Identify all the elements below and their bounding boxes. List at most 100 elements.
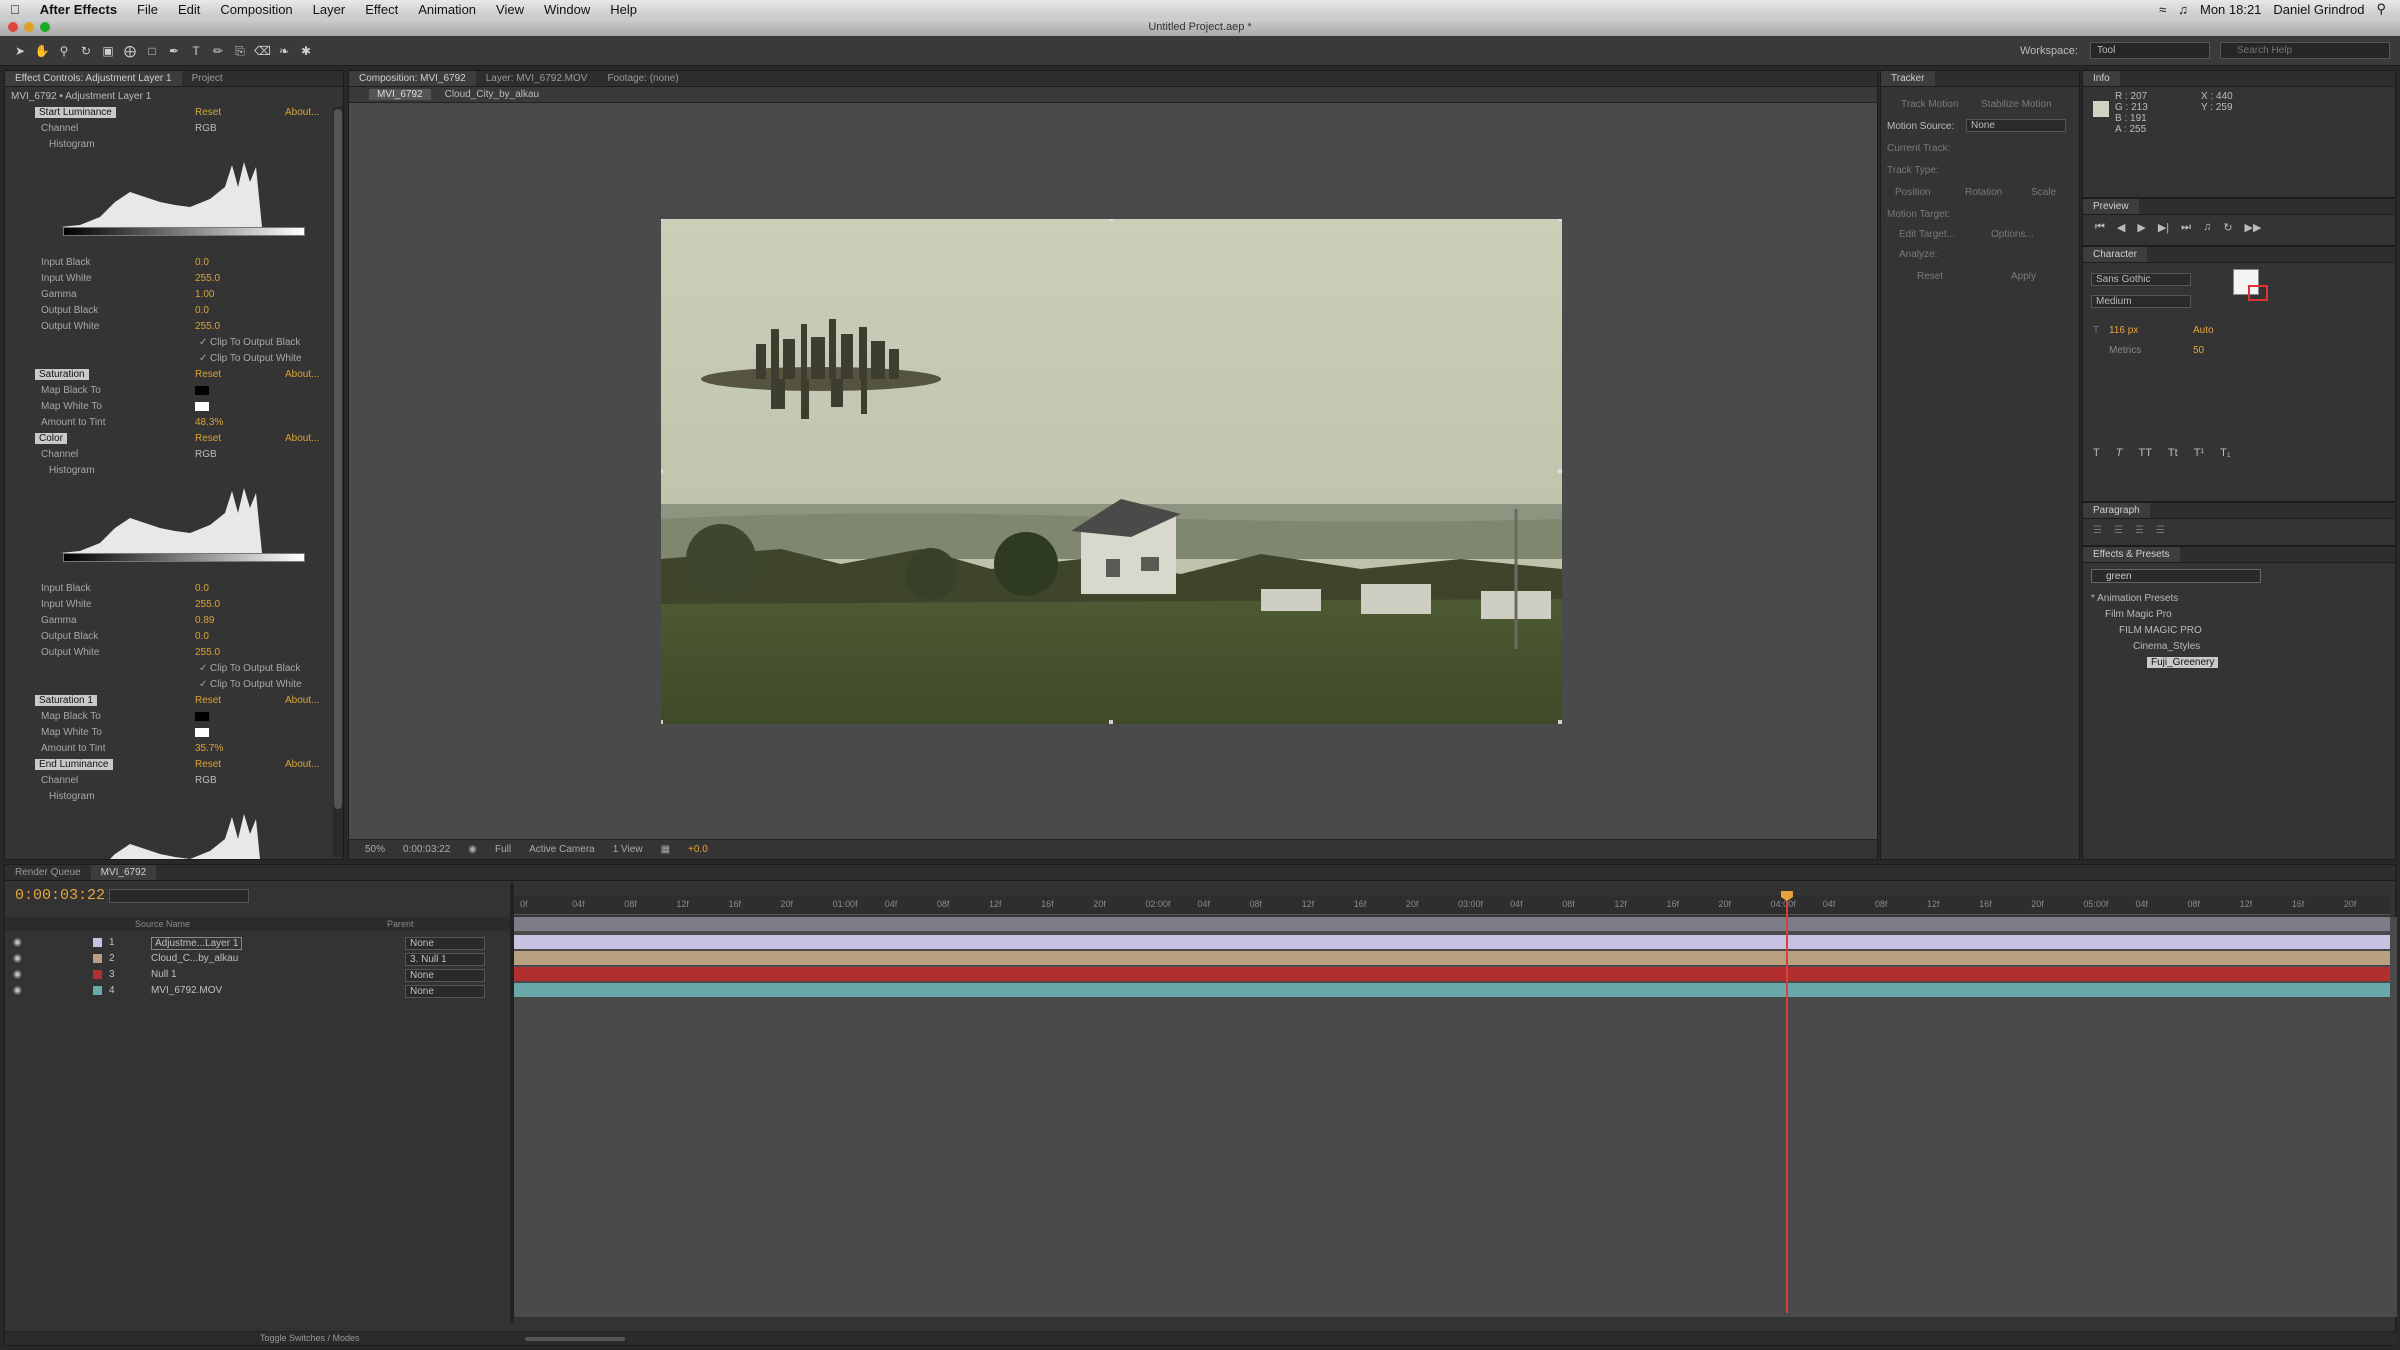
tab-character[interactable]: Character (2083, 247, 2147, 262)
composition-viewer[interactable] (661, 219, 1562, 724)
resolution-select[interactable]: Full (495, 844, 511, 855)
leading-value[interactable]: Auto (2193, 325, 2214, 336)
checkbox[interactable]: ✓ (199, 337, 207, 348)
align-center-icon[interactable]: ☰ (2114, 525, 2123, 536)
tracker-reset-button[interactable]: Reset (1917, 271, 1943, 282)
grid-icon[interactable]: ▦ (661, 844, 670, 855)
font-family-select[interactable]: Sans Gothic (2091, 273, 2191, 286)
label-color-swatch[interactable] (93, 938, 102, 947)
volume-icon[interactable]: ♫ (2178, 2, 2188, 17)
menu-file[interactable]: File (127, 2, 168, 17)
parent-header[interactable]: Parent (387, 919, 414, 929)
ram-preview-icon[interactable]: ▶▶ (2245, 221, 2262, 234)
all-caps-icon[interactable]: TT (2138, 447, 2151, 459)
user-name[interactable]: Daniel Grindrod (2273, 2, 2364, 17)
tree-animation-presets[interactable]: * Animation Presets (2091, 591, 2218, 607)
pen-tool-icon[interactable]: ✒ (166, 43, 182, 59)
subscript-icon[interactable]: T₁ (2220, 447, 2230, 459)
property-value[interactable]: RGB (195, 449, 217, 460)
effect-row-effect[interactable]: Saturation 1 Reset About... (5, 695, 335, 710)
stroke-color-swatch[interactable] (2248, 285, 2268, 301)
play-icon[interactable]: ▶ (2137, 221, 2145, 234)
effect-controls-scrollbar[interactable] (333, 107, 343, 857)
layer-duration-bar[interactable] (514, 935, 2390, 949)
property-value[interactable]: RGB (195, 123, 217, 134)
effect-reset-link[interactable]: Reset (195, 369, 221, 380)
menu-composition[interactable]: Composition (210, 2, 302, 17)
option-rotation[interactable]: Rotation (1965, 187, 2002, 198)
menu-effect[interactable]: Effect (355, 2, 408, 17)
visibility-eye-icon[interactable]: ◉ (13, 937, 22, 948)
track-motion-button[interactable]: Track Motion (1901, 99, 1958, 110)
tab-effect-controls[interactable]: Effect Controls: Adjustment Layer 1 (5, 71, 182, 86)
tab-footage[interactable]: Footage: (none) (597, 71, 688, 86)
tab-effects-presets[interactable]: Effects & Presets (2083, 547, 2180, 562)
tab-timeline-comp[interactable]: MVI_6792 (90, 865, 157, 880)
toggle-switches-modes-button[interactable]: Toggle Switches / Modes (260, 1333, 360, 1343)
effect-reset-link[interactable]: Reset (195, 759, 221, 770)
property-value[interactable]: 255.0 (195, 321, 220, 332)
menu-view[interactable]: View (486, 2, 534, 17)
property-value[interactable]: 0.0 (195, 257, 209, 268)
camera-select[interactable]: Active Camera (529, 844, 595, 855)
wifi-icon[interactable]: ≈ (2159, 2, 2166, 17)
eraser-tool-icon[interactable]: ⌫ (254, 43, 271, 59)
crumb-cloud-city[interactable]: Cloud_City_by_alkau (445, 89, 540, 100)
property-value[interactable]: 255.0 (195, 273, 220, 284)
layer-duration-bar[interactable] (514, 951, 2390, 965)
tracker-options-button[interactable]: Options... (1991, 229, 2034, 240)
justify-icon[interactable]: ☰ (2156, 525, 2165, 536)
brush-tool-icon[interactable]: ✏ (210, 43, 226, 59)
last-frame-icon[interactable]: ⏭ (2181, 221, 2191, 234)
close-window-button[interactable] (8, 22, 18, 32)
checkbox[interactable]: ✓ (199, 679, 207, 690)
layer-duration-bar[interactable] (514, 967, 2390, 981)
rectangle-tool-icon[interactable]: □ (144, 43, 160, 59)
layer-name[interactable]: MVI_6792.MOV (151, 985, 222, 996)
zoom-window-button[interactable] (40, 22, 50, 32)
menu-layer[interactable]: Layer (303, 2, 356, 17)
color-swatch[interactable] (195, 711, 209, 722)
tab-preview[interactable]: Preview (2083, 199, 2139, 214)
layer-name[interactable]: Cloud_C...by_alkau (151, 953, 238, 964)
loop-icon[interactable]: ↻ (2223, 221, 2232, 234)
layer-name[interactable]: Adjustme...Layer 1 (151, 937, 243, 950)
prev-frame-icon[interactable]: ◀ (2117, 221, 2125, 234)
effect-about-link[interactable]: About... (285, 433, 319, 444)
clone-tool-icon[interactable]: ⎘ (232, 43, 248, 59)
effect-reset-link[interactable]: Reset (195, 433, 221, 444)
minimize-window-button[interactable] (24, 22, 34, 32)
property-value[interactable]: 255.0 (195, 647, 220, 658)
edit-target-button[interactable]: Edit Target... (1899, 229, 1955, 240)
audio-icon[interactable]: ♫ (2203, 221, 2211, 234)
first-frame-icon[interactable]: ⏮ (2095, 221, 2105, 234)
visibility-eye-icon[interactable]: ◉ (13, 969, 22, 980)
label-color-swatch[interactable] (93, 954, 102, 963)
timeline-layer-row[interactable]: ◉ 4 MVI_6792.MOV None (5, 983, 510, 999)
property-value[interactable]: RGB (195, 775, 217, 786)
menu-window[interactable]: Window (534, 2, 600, 17)
tab-paragraph[interactable]: Paragraph (2083, 503, 2150, 518)
crumb-comp[interactable]: MVI_6792 (369, 89, 431, 100)
faux-bold-icon[interactable]: T (2093, 447, 2100, 459)
timeline-layer-row[interactable]: ◉ 1 Adjustme...Layer 1 None (5, 935, 510, 951)
font-size-value[interactable]: 116 px (2109, 325, 2138, 336)
effect-reset-link[interactable]: Reset (195, 107, 221, 118)
playhead[interactable] (1780, 891, 1793, 1313)
timeline-layer-row[interactable]: ◉ 3 Null 1 None (5, 967, 510, 983)
tab-render-queue[interactable]: Render Queue (5, 865, 91, 880)
work-area-bar[interactable] (514, 917, 2390, 931)
option-position[interactable]: Position (1895, 187, 1931, 198)
next-frame-icon[interactable]: ▶| (2158, 221, 2169, 234)
parent-select[interactable]: None (405, 937, 485, 950)
effect-reset-link[interactable]: Reset (195, 695, 221, 706)
stabilize-motion-button[interactable]: Stabilize Motion (1981, 99, 2052, 110)
label-color-swatch[interactable] (93, 986, 102, 995)
tracker-apply-button[interactable]: Apply (2011, 271, 2036, 282)
tab-tracker[interactable]: Tracker (1881, 71, 1935, 86)
checkbox[interactable]: ✓ (199, 663, 207, 674)
tree-cinema-styles[interactable]: Cinema_Styles (2091, 639, 2218, 655)
visibility-eye-icon[interactable]: ◉ (13, 953, 22, 964)
checkbox[interactable]: ✓ (199, 353, 207, 364)
color-swatch[interactable] (195, 385, 209, 396)
